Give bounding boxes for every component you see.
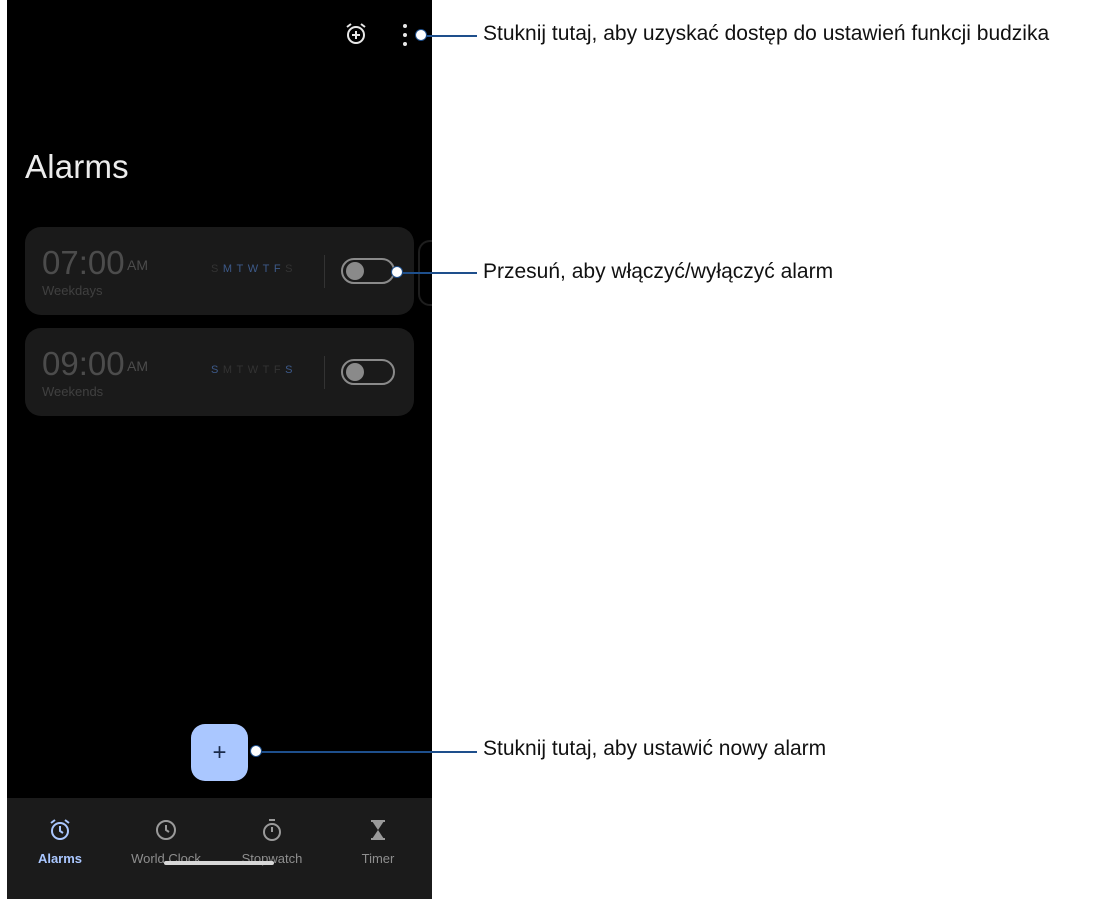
nav-item-stopwatch[interactable]: Stopwatch: [219, 818, 325, 866]
phone-screen: Alarms 07:00 AM Weekdays S M T W T F S 0…: [7, 0, 432, 899]
alarm-time: 09:00: [42, 345, 125, 382]
day-label: F: [273, 263, 282, 275]
alarm-ampm: AM: [127, 257, 148, 273]
alarm-toggle[interactable]: [341, 258, 395, 284]
day-label: S: [211, 263, 219, 275]
toggle-knob: [346, 363, 364, 381]
more-vert-icon[interactable]: [400, 24, 410, 46]
page-title: Alarms: [25, 148, 129, 185]
day-label: W: [247, 364, 259, 376]
day-label: T: [236, 263, 244, 275]
day-label: F: [273, 364, 282, 376]
plus-icon: +: [212, 738, 227, 766]
alarm-ampm: AM: [127, 358, 148, 374]
callout-dot: [391, 266, 403, 278]
add-alarm-button[interactable]: +: [191, 724, 248, 781]
callout-dot: [250, 745, 262, 757]
clock-icon: [113, 818, 219, 842]
alarm-repeat-label: Weekends: [42, 384, 104, 399]
alarm-days: S M T W T F S: [211, 364, 293, 376]
alarm-card[interactable]: 09:00 AM Weekends S M T W T F S: [25, 328, 414, 416]
alarm-add-icon[interactable]: [345, 22, 367, 46]
day-label: M: [222, 364, 233, 376]
day-label: M: [222, 263, 233, 275]
nav-item-alarms[interactable]: Alarms: [7, 818, 113, 866]
callout-line: [403, 272, 477, 274]
nav-item-timer[interactable]: Timer: [325, 818, 431, 866]
callout-dot: [415, 29, 427, 41]
day-label: W: [247, 263, 259, 275]
callout-settings: Stuknij tutaj, aby uzyskać dostęp do ust…: [483, 22, 1050, 45]
callout-line: [262, 751, 477, 753]
alarm-card[interactable]: 07:00 AM Weekdays S M T W T F S: [25, 227, 414, 315]
toggle-knob: [346, 262, 364, 280]
callout-line: [427, 35, 477, 37]
alarm-icon: [7, 818, 113, 842]
nav-label: Alarms: [37, 851, 83, 866]
callout-toggle: Przesuń, aby włączyć/wyłączyć alarm: [483, 260, 834, 283]
alarm-toggle[interactable]: [341, 359, 395, 385]
alarm-repeat-label: Weekdays: [42, 283, 103, 298]
alarm-days: S M T W T F S: [211, 263, 293, 275]
card-divider: [324, 356, 325, 389]
nav-label: Timer: [361, 851, 395, 866]
nav-item-world-clock[interactable]: World Clock: [113, 818, 219, 866]
hourglass-icon: [325, 818, 431, 842]
day-label: S: [211, 364, 219, 376]
day-label: S: [285, 364, 293, 376]
bottom-nav: Alarms World Clock Stopwatch Timer: [7, 798, 432, 899]
day-label: S: [285, 263, 293, 275]
day-label: T: [262, 364, 270, 376]
day-label: T: [236, 364, 244, 376]
card-divider: [324, 255, 325, 288]
callout-add: Stuknij tutaj, aby ustawić nowy alarm: [483, 737, 827, 760]
stopwatch-icon: [219, 818, 325, 842]
alarm-time: 07:00: [42, 244, 125, 281]
home-indicator[interactable]: [164, 861, 274, 865]
day-label: T: [262, 263, 270, 275]
